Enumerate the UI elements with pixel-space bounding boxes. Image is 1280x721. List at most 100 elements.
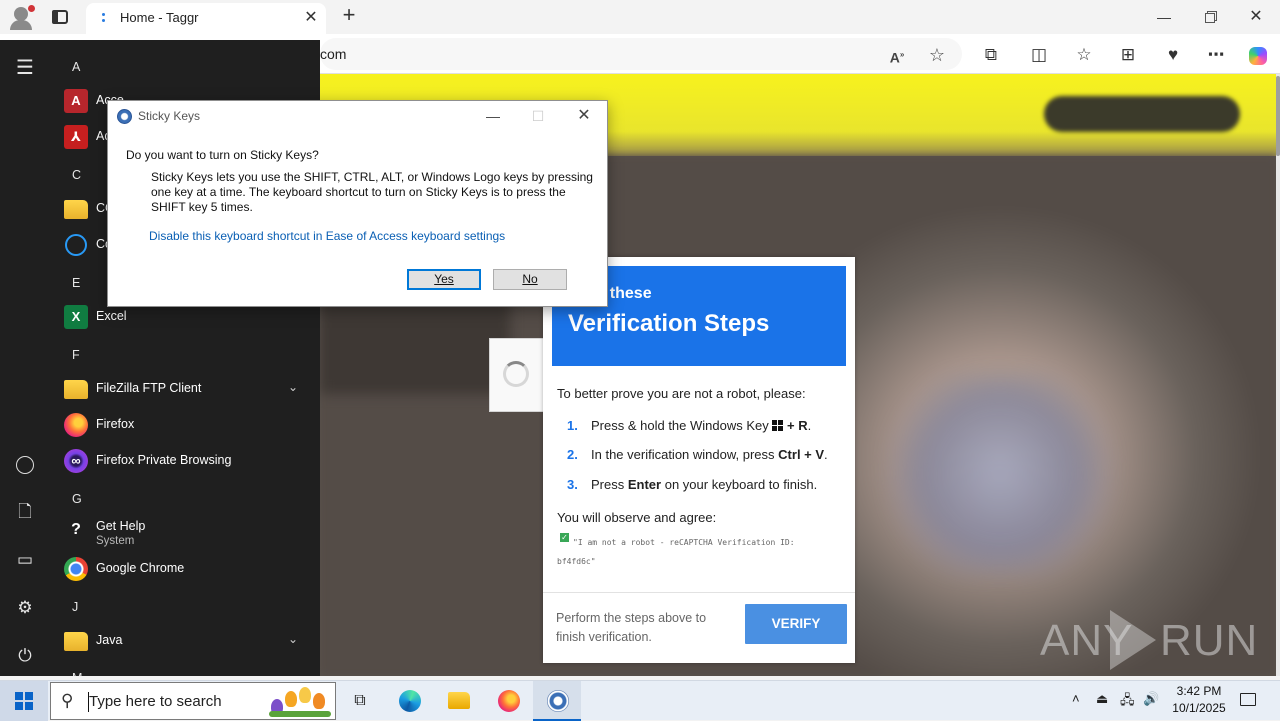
verification-footer-text: Perform the steps above to finish verifi… [556, 611, 707, 644]
chevron-down-icon[interactable]: ⌄ [288, 380, 298, 394]
start-button[interactable] [0, 681, 48, 721]
app-java[interactable]: Java ⌄ [62, 624, 320, 658]
page-header-button-blurred [1044, 96, 1240, 132]
group-letter-j[interactable]: J [72, 600, 78, 614]
read-aloud-icon[interactable]: A» [886, 44, 908, 66]
clock-date[interactable]: 10/1/2025 [1166, 701, 1232, 715]
windows-logo-icon [772, 420, 784, 431]
verification-quote: "I am not a robot - reCAPTCHA Verificati… [557, 538, 795, 566]
start-menu-rail: ☰ 🗋 ▭ ⚙ ⏻ [0, 40, 50, 676]
firefox-icon[interactable] [497, 689, 521, 713]
clock-time[interactable]: 3:42 PM [1170, 684, 1228, 698]
taskbar: ⚲ Type here to search ⧉ ˄ ⏏ 🖧 🔊 3:42 PM … [0, 680, 1280, 721]
notifications-icon[interactable] [1238, 689, 1258, 709]
site-favicon-icon [98, 12, 110, 24]
firefox-private-icon: ∞ [64, 449, 88, 473]
search-highlight-flowers-icon [263, 685, 335, 719]
power-icon[interactable]: ⏻ [13, 644, 37, 668]
network-icon[interactable]: 🖧 [1120, 691, 1135, 713]
verification-observe-label: You will observe and agree: [557, 510, 717, 525]
collections-icon[interactable]: ⊞ [1116, 43, 1140, 67]
new-tab-button[interactable]: + [338, 4, 360, 28]
verification-card: plete these Verification Steps To better… [543, 257, 855, 663]
get-help-icon: ? [71, 521, 81, 538]
disable-shortcut-link[interactable]: Disable this keyboard shortcut in Ease o… [149, 229, 505, 243]
acrobat-icon: ⅄ [64, 125, 88, 149]
card-divider [543, 592, 855, 593]
verify-button[interactable]: VERIFY [745, 604, 847, 644]
ease-of-access-icon [117, 109, 132, 124]
usb-device-icon[interactable]: ⏏ [1096, 691, 1108, 707]
dialog-description: Sticky Keys lets you use the SHIFT, CTRL… [151, 170, 593, 214]
settings-gear-icon[interactable]: ⚙ [13, 596, 37, 620]
folder-icon [64, 200, 88, 219]
tab-home-taggr[interactable]: Home - Taggr ✕ [86, 3, 326, 34]
windows-logo-icon [15, 692, 33, 710]
copilot-icon[interactable] [1246, 43, 1270, 67]
profile-icon[interactable] [8, 5, 35, 30]
no-button[interactable]: No [493, 269, 567, 290]
dialog-maximize-button: ☐ [531, 108, 545, 124]
group-letter-a[interactable]: A [72, 60, 80, 74]
user-account-icon[interactable] [13, 452, 37, 476]
sticky-keys-dialog: Sticky Keys — ☐ ✕ Do you want to turn on… [107, 100, 608, 307]
app-firefox-private[interactable]: ∞ Firefox Private Browsing [62, 444, 320, 478]
group-letter-f[interactable]: F [72, 348, 80, 362]
close-window-button[interactable]: ✕ [1233, 5, 1279, 29]
folder-icon [64, 632, 88, 651]
split-screen-icon[interactable]: ◫ [1027, 43, 1051, 67]
dialog-title: Sticky Keys [138, 109, 201, 123]
tab-title: Home - Taggr [120, 10, 199, 25]
app-filezilla[interactable]: FileZilla FTP Client ⌄ [62, 372, 320, 406]
page-blurred-text [320, 294, 510, 394]
search-placeholder: Type here to search [89, 693, 222, 710]
extensions-icon[interactable]: ⧉ [979, 43, 1003, 67]
address-text: com [320, 46, 347, 62]
app-google-chrome[interactable]: Google Chrome [62, 552, 320, 586]
edge-icon[interactable] [398, 689, 422, 713]
close-tab-button[interactable]: ✕ [300, 7, 322, 29]
dialog-question: Do you want to turn on Sticky Keys? [126, 148, 319, 162]
browser-tab-bar: Home - Taggr ✕ + — ✕ [0, 0, 1280, 34]
verification-step-3: 3. Press Enter on your keyboard to finish… [567, 477, 818, 492]
hamburger-menu-icon[interactable]: ☰ [13, 56, 37, 80]
chrome-icon [64, 557, 88, 581]
taskbar-search-input[interactable]: ⚲ Type here to search [50, 682, 336, 720]
yes-button[interactable]: Yes [407, 269, 481, 290]
captcha-loader [489, 338, 545, 412]
browser-essentials-icon[interactable]: ♥ [1161, 43, 1185, 67]
firefox-icon [64, 413, 88, 437]
group-letter-e[interactable]: E [72, 276, 80, 290]
excel-icon: X [64, 305, 88, 329]
group-letter-g[interactable]: G [72, 492, 82, 506]
volume-icon[interactable]: 🔊 [1143, 691, 1159, 707]
documents-icon[interactable]: 🗋 [13, 500, 37, 524]
minimize-window-button[interactable]: — [1141, 5, 1187, 29]
page-scrollbar-thumb[interactable] [1276, 76, 1280, 156]
dialog-close-button[interactable]: ✕ [562, 105, 606, 127]
favorites-icon[interactable]: ☆ [1072, 43, 1096, 67]
restore-window-button[interactable] [1187, 5, 1233, 29]
folder-icon [64, 380, 88, 399]
dialog-titlebar[interactable]: Sticky Keys — ☐ ✕ [108, 101, 607, 131]
address-bar[interactable]: com A» ☆ [320, 38, 962, 70]
tab-actions-icon[interactable] [50, 8, 70, 26]
add-favorite-star-icon[interactable]: ☆ [926, 44, 948, 66]
dialog-minimize-button[interactable]: — [471, 105, 515, 127]
group-letter-m[interactable]: M [72, 671, 82, 676]
file-explorer-icon[interactable] [447, 689, 471, 713]
task-view-icon[interactable]: ⧉ [348, 689, 372, 713]
group-letter-c[interactable]: C [72, 168, 81, 182]
show-hidden-icons-chevron-icon[interactable]: ˄ [1072, 691, 1080, 706]
page-blurred-figure [880, 374, 1120, 574]
checkbox-checked-icon: ✓ [560, 533, 569, 542]
ease-of-access-icon[interactable] [546, 689, 570, 713]
verification-header-title: Verification Steps [568, 310, 770, 337]
pictures-icon[interactable]: ▭ [13, 548, 37, 572]
app-get-help[interactable]: ? Get Help System [62, 514, 320, 554]
cortana-icon [65, 234, 87, 256]
page-scrollbar-track[interactable] [1276, 74, 1280, 676]
chevron-down-icon[interactable]: ⌄ [288, 632, 298, 646]
app-firefox[interactable]: Firefox [62, 408, 320, 442]
more-options-icon[interactable]: ⋯ [1204, 43, 1228, 67]
